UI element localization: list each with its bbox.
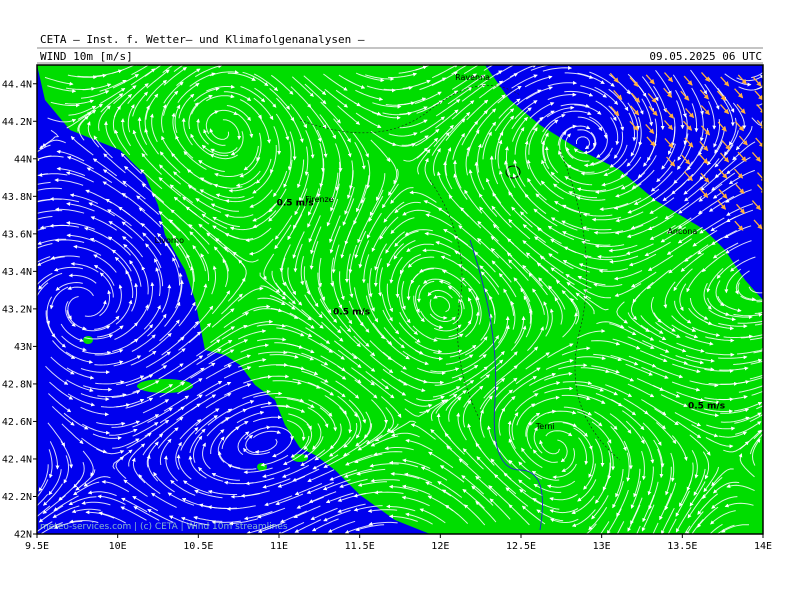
x-tick-label: 14E [754,541,772,552]
city-label: Livorno [155,236,185,245]
y-tick-label: 42N [14,530,32,541]
y-tick-label: 44.4N [2,79,32,90]
x-tick-label: 13.5E [667,541,697,552]
city-label: Terni [535,422,555,431]
y-tick-label: 43N [14,342,32,353]
x-tick-label: 10.5E [183,541,213,552]
speed-label: 0.5 m/s [688,401,725,411]
wind-streamline-map: meteo-services.com | (c) CETA | Wind 10m… [2,47,772,552]
watermark: meteo-services.com | (c) CETA | Wind 10m… [40,522,288,532]
x-tick-label: 11E [270,541,288,552]
y-tick-label: 43.8N [2,192,32,203]
y-tick-label: 42.4N [2,454,32,465]
y-tick-label: 43.4N [2,267,32,278]
y-tick-label: 42.8N [2,379,32,390]
x-tick-label: 12.5E [506,541,536,552]
map-body: meteo-services.com | (c) CETA | Wind 10m… [37,65,763,534]
y-tick-label: 42.6N [2,417,32,428]
x-tick-label: 11.5E [345,541,375,552]
y-tick-label: 42.2N [2,492,32,503]
x-tick-label: 9.5E [25,541,49,552]
y-tick-label: 43.2N [2,304,32,315]
city-label: Ravenna [455,73,490,82]
y-tick-label: 44N [14,154,32,165]
speed-label: 0.5 m/s [277,199,314,209]
island-elba [137,379,193,393]
y-tick-label: 43.6N [2,229,32,240]
speed-label: 0.5 m/s [333,308,370,318]
x-tick-label: 10E [109,541,127,552]
x-tick-label: 12E [431,541,449,552]
y-tick-label: 44.2N [2,117,32,128]
city-label: Ancona [667,227,697,236]
x-tick-label: 13E [593,541,611,552]
